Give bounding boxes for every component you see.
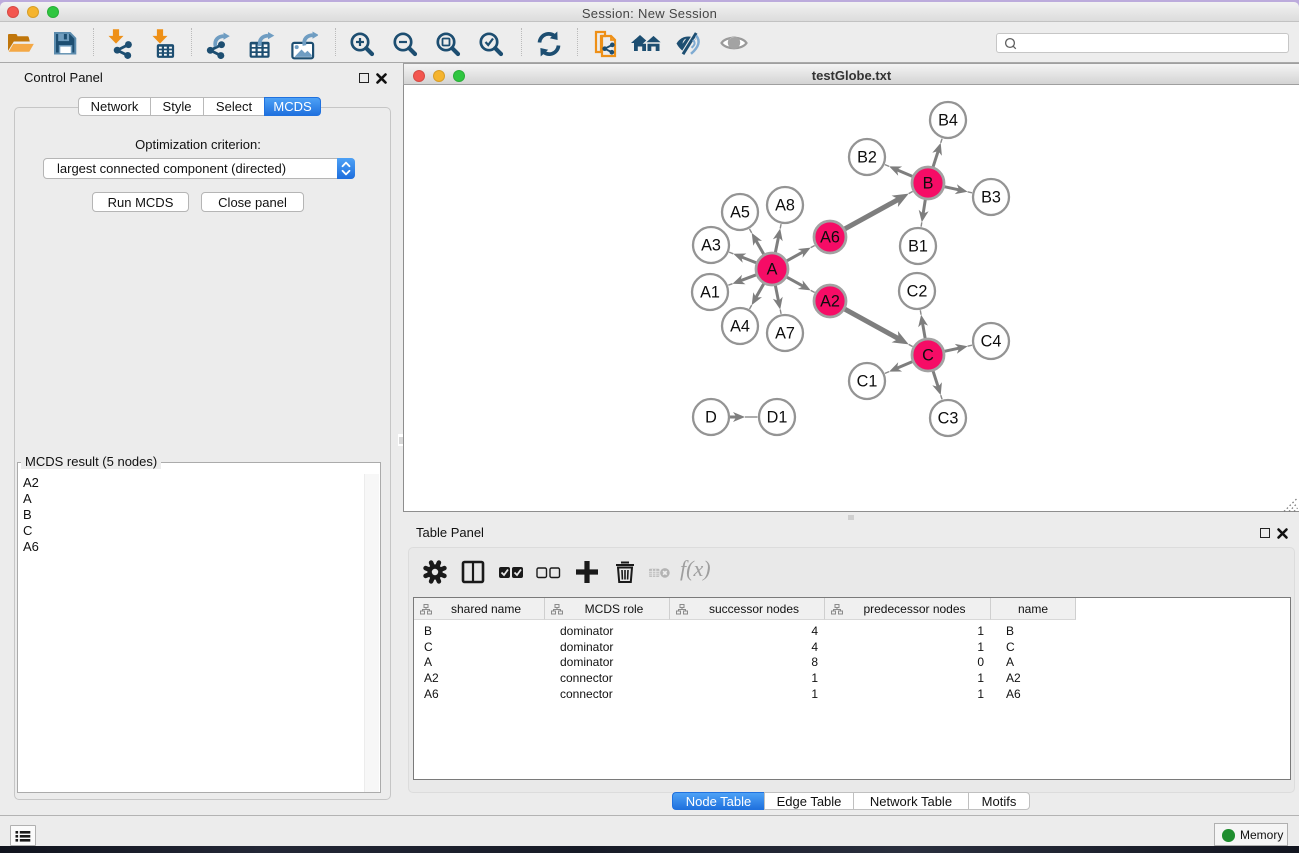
svg-text:B3: B3 xyxy=(981,189,1001,207)
svg-text:B: B xyxy=(923,175,934,193)
svg-text:B1: B1 xyxy=(908,238,928,256)
svg-text:D1: D1 xyxy=(767,409,788,427)
svg-text:C4: C4 xyxy=(981,333,1002,351)
svg-text:A: A xyxy=(767,261,778,279)
svg-text:A3: A3 xyxy=(701,237,721,255)
svg-text:A8: A8 xyxy=(775,197,795,215)
svg-text:A4: A4 xyxy=(730,318,750,336)
svg-text:A2: A2 xyxy=(820,293,840,311)
svg-text:C1: C1 xyxy=(857,373,878,391)
svg-text:A7: A7 xyxy=(775,325,795,343)
svg-text:B2: B2 xyxy=(857,149,877,167)
svg-text:C3: C3 xyxy=(938,410,959,428)
svg-text:B4: B4 xyxy=(938,112,958,130)
svg-text:A6: A6 xyxy=(820,229,840,247)
svg-text:A1: A1 xyxy=(700,284,720,302)
svg-text:D: D xyxy=(705,409,717,427)
svg-text:C: C xyxy=(922,347,934,365)
svg-text:C2: C2 xyxy=(907,283,928,301)
svg-text:A5: A5 xyxy=(730,204,750,222)
